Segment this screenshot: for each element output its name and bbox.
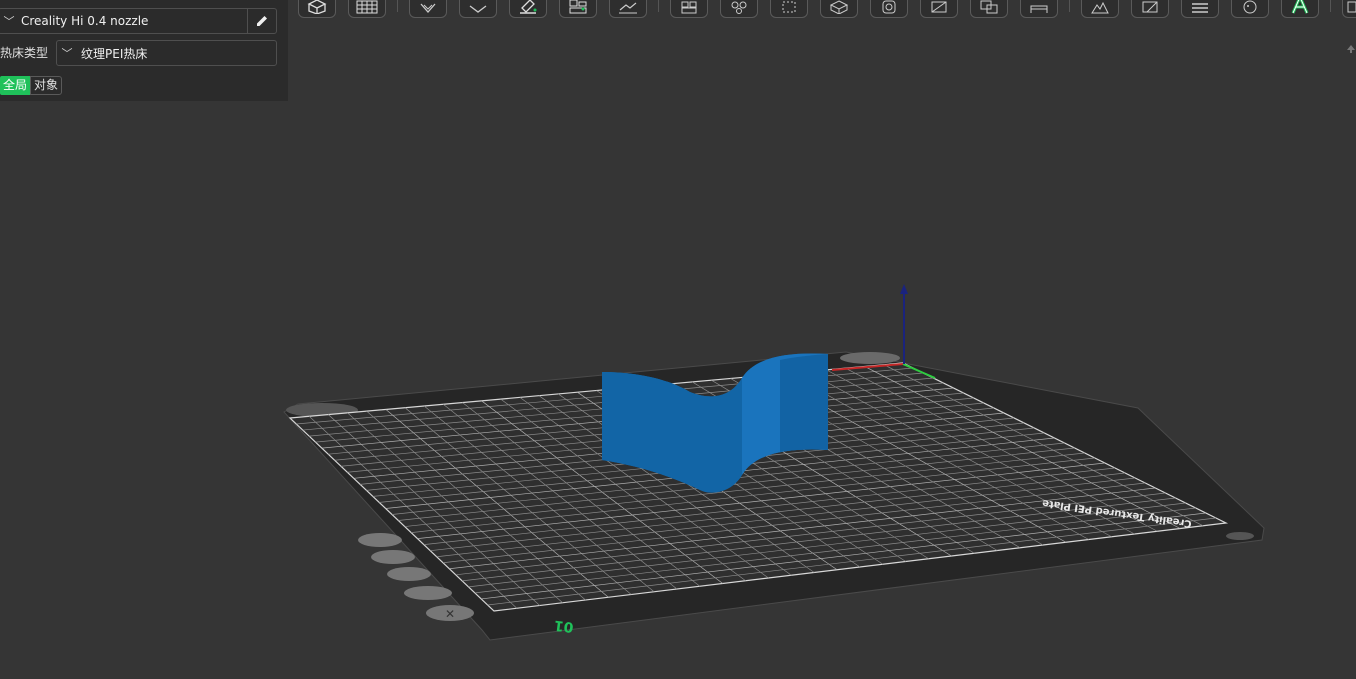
svg-text:✕: ✕ xyxy=(445,607,455,621)
split-objects-button[interactable] xyxy=(670,0,708,18)
split-button[interactable] xyxy=(559,0,597,18)
cut-button[interactable] xyxy=(870,0,908,18)
chevron-down-icon: ﹀ xyxy=(61,47,73,60)
paint-button[interactable] xyxy=(509,0,547,18)
add-cube-icon xyxy=(307,0,327,14)
split-parts-button[interactable] xyxy=(720,0,758,18)
palette-icon xyxy=(1243,0,1257,14)
chevron-down-icon: ﹀ xyxy=(3,15,15,28)
support-paint-icon xyxy=(1030,5,1048,13)
split-parts-icon xyxy=(731,1,747,14)
rotate-button[interactable] xyxy=(820,0,858,18)
add-cube-button[interactable] xyxy=(298,0,336,18)
arrange-icon xyxy=(469,5,487,13)
measure-icon xyxy=(931,1,947,13)
printer-value: Creality Hi 0.4 nozzle xyxy=(21,14,149,28)
split-objects-icon xyxy=(681,1,697,14)
palette-button[interactable] xyxy=(1231,0,1269,18)
3d-viewport[interactable]: ✕ 01 Creality Textured PEI Plate xyxy=(0,0,1356,679)
layers-button[interactable] xyxy=(1181,0,1219,18)
emboss-text-icon xyxy=(1291,0,1309,14)
z-axis-arrow xyxy=(900,284,908,294)
plate-corner-pad xyxy=(840,352,900,364)
scope-tabs: 全局 对象 xyxy=(0,76,63,95)
more-icon xyxy=(1347,1,1356,13)
tab-object[interactable]: 对象 xyxy=(30,76,63,95)
paint-icon xyxy=(520,0,537,14)
boolean-button[interactable] xyxy=(970,0,1008,18)
scale-icon xyxy=(782,1,796,13)
cut-icon xyxy=(882,0,896,14)
support-paint-button[interactable] xyxy=(1020,0,1058,18)
settings-panel: ﹀ Creality Hi 0.4 nozzle 热床类型 ﹀ 纹理PEI热床 … xyxy=(0,0,288,101)
rotate-icon xyxy=(829,0,849,14)
variable-layer-icon xyxy=(1142,1,1158,13)
variable-layer-button[interactable] xyxy=(1131,0,1169,18)
scale-button[interactable] xyxy=(770,0,808,18)
plate-grid-button[interactable] xyxy=(348,0,386,18)
app-window: ✕ 01 Creality Textured PEI Plate ﹀ Creal… xyxy=(0,0,1356,679)
orient-button[interactable] xyxy=(409,0,447,18)
orient-icon xyxy=(420,3,436,13)
pencil-icon xyxy=(257,16,267,26)
split-icon xyxy=(569,0,587,14)
printer-select[interactable]: ﹀ Creality Hi 0.4 nozzle xyxy=(0,8,277,34)
emboss-text-button[interactable] xyxy=(1281,0,1319,18)
collapse-arrow-icon[interactable] xyxy=(1346,44,1356,54)
more-button[interactable] xyxy=(1342,0,1356,18)
lay-flat-button[interactable] xyxy=(609,0,647,18)
edit-printer-button[interactable] xyxy=(247,9,276,33)
boolean-icon xyxy=(980,0,998,14)
plate-grid-icon xyxy=(356,0,378,14)
tab-global[interactable]: 全局 xyxy=(0,76,31,95)
seam-paint-button[interactable] xyxy=(1081,0,1119,18)
measure-button[interactable] xyxy=(920,0,958,18)
bed-type-select[interactable]: ﹀ 纹理PEI热床 xyxy=(56,40,277,66)
plate-corner-pad xyxy=(1226,532,1254,540)
bed-type-value: 纹理PEI热床 xyxy=(81,46,148,61)
plate-number: 01 xyxy=(553,617,574,635)
arrange-button[interactable] xyxy=(459,0,497,18)
layers-icon xyxy=(1192,3,1208,13)
seam-paint-icon xyxy=(1091,1,1109,14)
lay-flat-icon xyxy=(619,2,637,14)
bed-type-label: 热床类型 xyxy=(0,46,49,60)
